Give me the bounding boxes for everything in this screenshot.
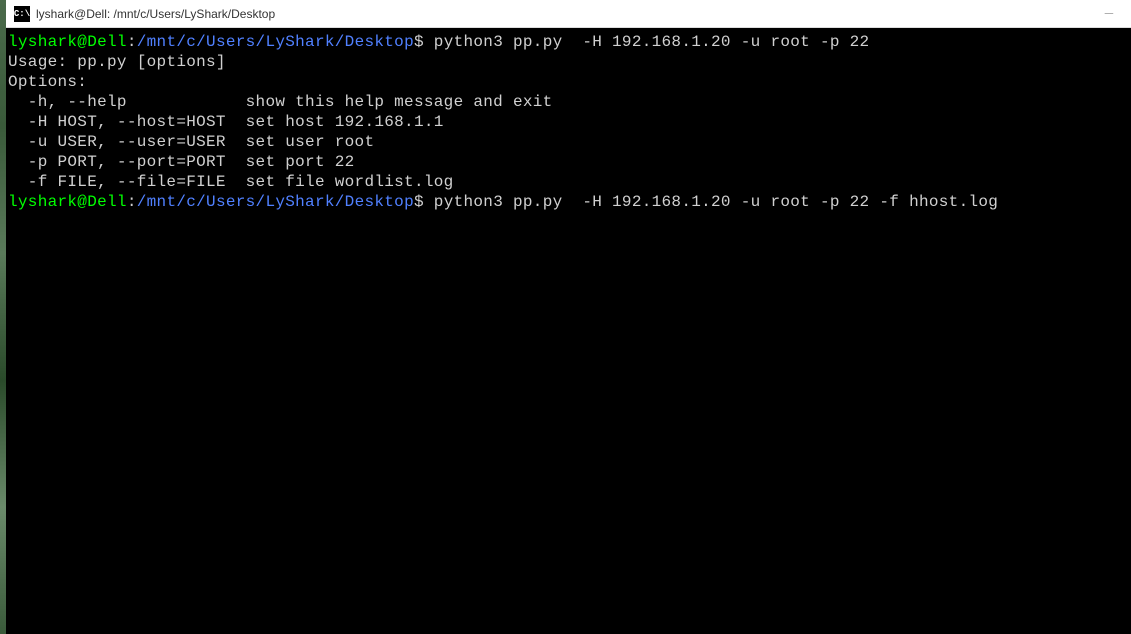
window-title: lyshark@Dell: /mnt/c/Users/LyShark/Deskt… xyxy=(36,7,1103,21)
prompt-sep: : xyxy=(127,33,137,51)
command-line-1: lyshark@Dell:/mnt/c/Users/LyShark/Deskto… xyxy=(8,32,1129,52)
prompt-sep: : xyxy=(127,193,137,211)
window-titlebar[interactable]: C:\ lyshark@Dell: /mnt/c/Users/LyShark/D… xyxy=(6,0,1131,28)
output-opt-port: -p PORT, --port=PORT set port 22 xyxy=(8,152,1129,172)
command-line-2: lyshark@Dell:/mnt/c/Users/LyShark/Deskto… xyxy=(8,192,1129,212)
terminal-icon: C:\ xyxy=(14,6,30,22)
output-opt-user: -u USER, --user=USER set user root xyxy=(8,132,1129,152)
command-text: python3 pp.py -H 192.168.1.20 -u root -p… xyxy=(424,33,870,51)
output-opt-host: -H HOST, --host=HOST set host 192.168.1.… xyxy=(8,112,1129,132)
output-opt-file: -f FILE, --file=FILE set file wordlist.l… xyxy=(8,172,1129,192)
command-text: python3 pp.py -H 192.168.1.20 -u root -p… xyxy=(424,193,998,211)
prompt-dollar: $ xyxy=(414,33,424,51)
terminal-window: C:\ lyshark@Dell: /mnt/c/Users/LyShark/D… xyxy=(6,0,1131,634)
prompt-path: /mnt/c/Users/LyShark/Desktop xyxy=(137,33,414,51)
prompt-path: /mnt/c/Users/LyShark/Desktop xyxy=(137,193,414,211)
output-usage: Usage: pp.py [options] xyxy=(8,52,1129,72)
window-controls: — xyxy=(1103,8,1123,20)
minimize-button[interactable]: — xyxy=(1103,8,1115,20)
prompt-user: lyshark@Dell xyxy=(8,193,127,211)
output-opt-help: -h, --help show this help message and ex… xyxy=(8,92,1129,112)
terminal-body[interactable]: lyshark@Dell:/mnt/c/Users/LyShark/Deskto… xyxy=(6,28,1131,634)
output-options-header: Options: xyxy=(8,72,1129,92)
prompt-user: lyshark@Dell xyxy=(8,33,127,51)
prompt-dollar: $ xyxy=(414,193,424,211)
